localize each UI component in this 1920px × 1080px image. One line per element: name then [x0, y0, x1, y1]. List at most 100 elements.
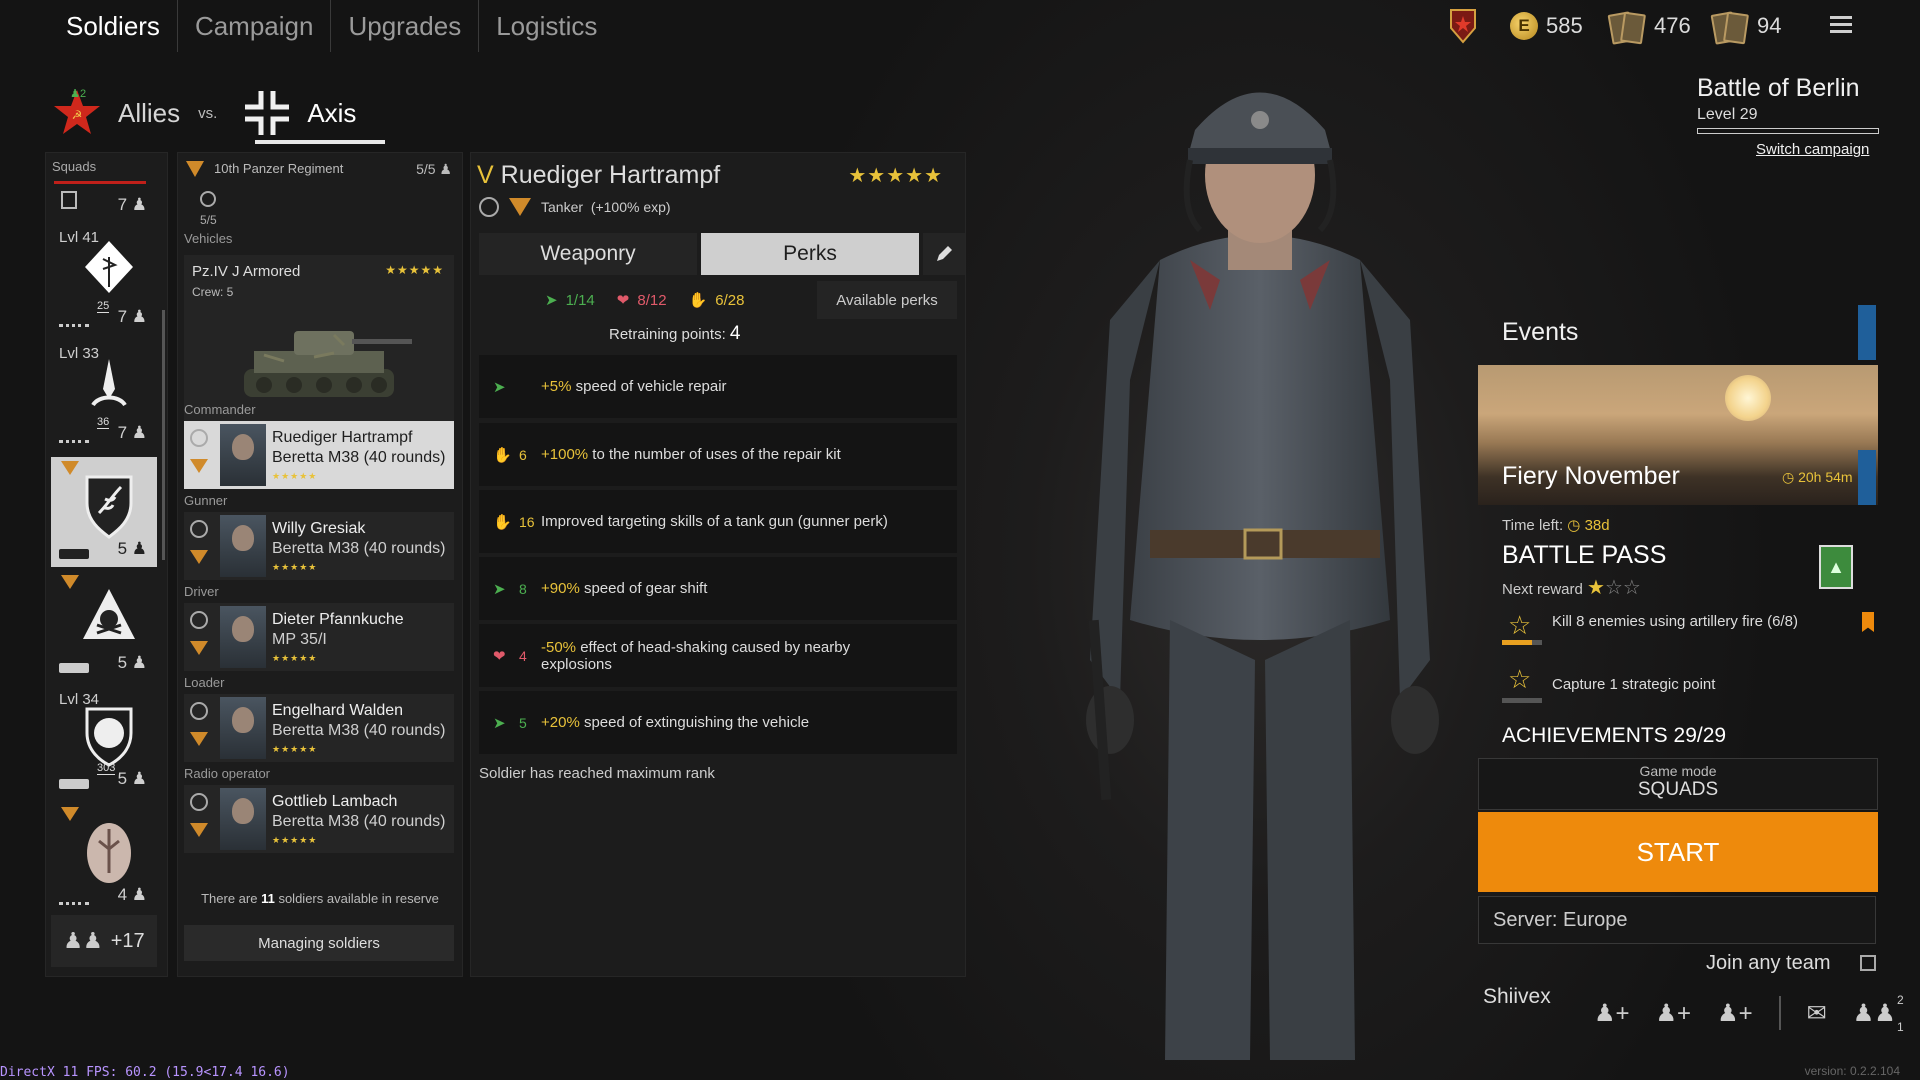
member-driver[interactable]: Dieter Pfannkuche MP 35/I ★★★★★: [184, 603, 454, 671]
rank-chevron-icon: [61, 807, 79, 821]
wheel-icon: [479, 197, 499, 217]
perk-cost: 5: [519, 714, 527, 731]
svg-text:☭: ☭: [72, 108, 83, 122]
tab-perks[interactable]: Perks: [701, 233, 919, 275]
perk-row[interactable]: ➤ +5% speed of vehicle repair: [479, 355, 957, 418]
pencil-icon: [937, 246, 952, 261]
cards-a-amount: 476: [1654, 13, 1691, 38]
utility-perk-icon: ✋: [493, 446, 512, 464]
add-squad-button[interactable]: ♟♟ +17: [51, 915, 157, 967]
vehicle-card[interactable]: Pz.IV J Armored ★★★★★ Crew: 5: [184, 255, 454, 423]
perk-stats: ➤ 1/14 ❤ 8/12 ✋ 6/28: [545, 291, 745, 310]
member-name: Dieter Pfannkuche: [272, 611, 404, 628]
axis-cross-icon[interactable]: [241, 87, 293, 139]
soldiers-icon: [59, 308, 89, 327]
perk-text: +5% speed of vehicle repair: [541, 378, 727, 395]
perk-cost: 6: [519, 446, 527, 463]
squad-badge-icon: [85, 241, 133, 293]
member-gunner[interactable]: Willy Gresiak Beretta M38 (40 rounds) ★★…: [184, 512, 454, 580]
switch-campaign-link[interactable]: Switch campaign: [1756, 141, 1869, 158]
wheel-icon: [190, 793, 208, 811]
task-star-icon: ☆: [1508, 664, 1532, 694]
battle-pass-upgrade-icon[interactable]: ▲: [1819, 545, 1853, 589]
game-mode-selector[interactable]: Game mode SQUADS: [1478, 758, 1878, 810]
soldier-portrait: [220, 515, 266, 577]
managing-soldiers-button[interactable]: Managing soldiers: [184, 925, 454, 961]
cards-b-amount: 94: [1757, 13, 1782, 38]
max-rank-note: Soldier has reached maximum rank: [479, 765, 715, 782]
vehicle-name: Pz.IV J Armored: [192, 263, 301, 280]
rank-medal-icon[interactable]: [1448, 8, 1478, 44]
unit-slots: 5/5 ♟: [416, 161, 452, 177]
rank-chevron-icon: [61, 461, 79, 475]
perk-row[interactable]: ❤ 4 -50% effect of head-shaking caused b…: [479, 624, 957, 687]
squad-badge-icon: [85, 475, 133, 539]
allies-label[interactable]: Allies: [118, 98, 180, 129]
tab-weaponry[interactable]: Weaponry: [479, 233, 697, 275]
utility-perk-icon: ✋: [493, 513, 512, 531]
speed-perk-icon: ➤: [493, 378, 506, 396]
squad-slot-6[interactable]: Lvl 34 303 5 ♟: [51, 687, 157, 797]
tab-upgrades[interactable]: Upgrades: [331, 0, 480, 52]
soldier-stars: ★★★★★: [848, 165, 943, 187]
server-selector[interactable]: Server: Europe: [1478, 896, 1876, 944]
list-icon: [59, 886, 89, 905]
vehicles-label: Vehicles: [184, 231, 233, 246]
squad-members-column: 10th Panzer Regiment 5/5 ♟ 5/5 Vehicles …: [177, 152, 463, 977]
soldier-portrait: [220, 697, 266, 759]
member-commander[interactable]: Ruediger Hartrampf Beretta M38 (40 round…: [184, 421, 454, 489]
start-button[interactable]: START: [1478, 812, 1878, 892]
perk-row[interactable]: ✋ 16 Improved targeting skills of a tank…: [479, 490, 957, 553]
tab-campaign[interactable]: Campaign: [178, 0, 332, 52]
achievements-label[interactable]: ACHIEVEMENTS 29/29: [1502, 724, 1726, 748]
tank-icon: [59, 663, 89, 673]
event-timer: ◷ 20h 54m: [1782, 469, 1853, 485]
squad-slot-2[interactable]: Lvl 41 25 7 ♟: [51, 225, 157, 335]
member-weapon: MP 35/I: [272, 631, 327, 648]
add-friend-icon[interactable]: ♟+: [1594, 999, 1630, 1028]
squad-slot-4[interactable]: 5 ♟: [51, 457, 157, 567]
cards-b-currency[interactable]: 94: [1710, 8, 1782, 45]
axis-label[interactable]: Axis: [307, 98, 356, 129]
perk-row[interactable]: ✋ 6 +100% to the number of uses of the r…: [479, 423, 957, 486]
add-friend-icon[interactable]: ♟+: [1656, 999, 1692, 1028]
retraining-points: Retraining points: 4: [609, 323, 741, 344]
squad-slot-1[interactable]: 7 ♟: [51, 183, 157, 221]
squad-slot-7[interactable]: 4 ♟: [51, 803, 157, 913]
add-friend-icon[interactable]: ♟+: [1717, 999, 1753, 1028]
perk-row[interactable]: ➤ 8 +90% speed of gear shift: [479, 557, 957, 620]
event-accent-bar: [1858, 450, 1876, 505]
soldier-details-panel: V Ruediger Hartrampf ★★★★★ Tanker (+100%…: [470, 152, 966, 977]
vs-label: vs.: [198, 104, 218, 122]
battle-pass-title[interactable]: BATTLE PASS: [1502, 541, 1666, 570]
squad-slot-3[interactable]: Lvl 33 36 7 ♟: [51, 341, 157, 451]
soldier-header: V Ruediger Hartrampf: [477, 161, 720, 190]
member-radio-operator[interactable]: Gottlieb Lambach Beretta M38 (40 rounds)…: [184, 785, 454, 853]
soldier-name: Ruediger Hartrampf: [500, 161, 721, 189]
vitality-perk-icon: ❤: [616, 292, 630, 309]
vehicle-stars: ★★★★★: [385, 263, 444, 277]
reserve-info: There are 11 soldiers available in reser…: [201, 891, 439, 906]
edit-button[interactable]: [923, 233, 965, 275]
perk-row[interactable]: ➤ 5 +20% speed of extinguishing the vehi…: [479, 691, 957, 754]
gold-currency[interactable]: E 585: [1510, 8, 1583, 44]
member-loader[interactable]: Engelhard Walden Beretta M38 (40 rounds)…: [184, 694, 454, 762]
menu-icon[interactable]: [1830, 16, 1852, 34]
squad-slot-5[interactable]: 5 ♟: [51, 571, 157, 681]
friends-icon[interactable]: ♟♟ 2 1: [1853, 993, 1904, 1034]
game-mode-label: Game mode: [1639, 763, 1717, 779]
bookmark-icon[interactable]: [1862, 612, 1874, 632]
tab-logistics[interactable]: Logistics: [479, 0, 614, 52]
squads-scrollbar[interactable]: [162, 310, 165, 560]
divider: [1778, 996, 1781, 1030]
mail-icon[interactable]: ✉: [1807, 999, 1827, 1028]
cards-a-currency[interactable]: 476: [1607, 8, 1691, 45]
soldier-portrait: [220, 788, 266, 850]
tab-soldiers[interactable]: Soldiers: [50, 0, 178, 52]
wheel-icon: [190, 429, 208, 447]
perk-cost: 8: [519, 580, 527, 597]
available-perks-button[interactable]: Available perks: [817, 281, 957, 319]
join-any-team-checkbox[interactable]: [1860, 955, 1876, 971]
rank-chevron-icon: [190, 641, 208, 655]
perk-tabs: Weaponry Perks: [479, 233, 965, 275]
